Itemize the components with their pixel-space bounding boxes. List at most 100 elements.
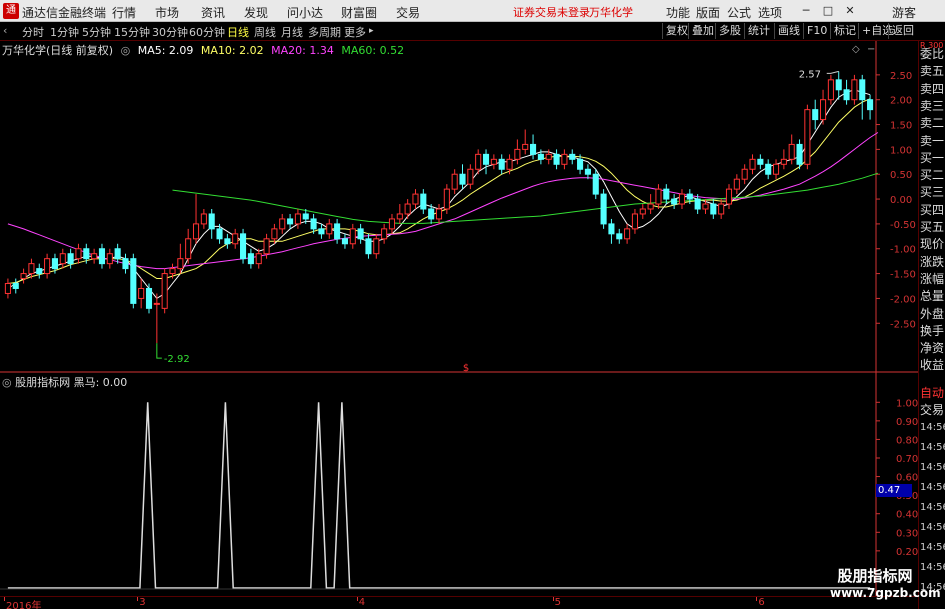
tab-period-weekly[interactable]: 周线	[254, 24, 276, 40]
candle-body-down	[867, 99, 874, 111]
candle-body-down	[616, 233, 623, 240]
ma-line-ma60	[172, 172, 879, 224]
candle-body-up	[780, 158, 787, 165]
candle-body-up	[678, 193, 686, 205]
candle-body-down	[569, 153, 576, 160]
menu-news[interactable]: 资讯	[201, 4, 225, 21]
candle-body-up	[451, 173, 458, 190]
date-tick	[356, 597, 358, 601]
toolbar-adjust-button[interactable]: 复权	[662, 23, 691, 39]
tab-period-15min[interactable]: 15分钟	[114, 24, 150, 40]
tab-period-60min[interactable]: 60分钟	[189, 24, 225, 40]
candle-body-down	[843, 89, 850, 101]
menu-quotes[interactable]: 行情	[112, 4, 136, 21]
candle-body-up	[718, 203, 725, 215]
tab-period-daily[interactable]: 日线	[227, 24, 249, 40]
menu-layout[interactable]: 版面	[696, 4, 720, 21]
y-tick-label: 2.00	[890, 96, 912, 107]
tab-period-multi[interactable]: 多周期	[308, 24, 341, 40]
tab-period-30min[interactable]: 30分钟	[152, 24, 188, 40]
candle-body-up	[827, 79, 834, 101]
menu-options[interactable]: 选项	[758, 4, 782, 21]
indicator-toggle-icon[interactable]: ◎	[2, 376, 12, 389]
toolbar-mark-button[interactable]: 标记	[830, 23, 859, 39]
tab-period-more[interactable]: 更多	[344, 24, 366, 40]
candle-body-up	[294, 213, 301, 225]
indicator-y-tick-label: 0.80	[896, 435, 918, 446]
tab-period-5min[interactable]: 5分钟	[82, 24, 111, 40]
tab-period-monthly[interactable]: 月线	[281, 24, 303, 40]
menu-function[interactable]: 功能	[666, 4, 690, 21]
candle-body-up	[733, 178, 740, 190]
panel-item: 买四	[920, 202, 945, 217]
ma5-label: MA5: 2.09	[137, 44, 194, 57]
toolbar-f10-button[interactable]: F10	[803, 23, 830, 39]
candle-body-up	[44, 258, 51, 275]
toolbar-draw-button[interactable]: 画线	[774, 23, 803, 39]
indicator-title: ◎ 股朋指标网 黑马: 0.00	[2, 374, 127, 390]
maximize-icon[interactable]: □	[820, 3, 836, 19]
more-chevron-icon[interactable]: ▸	[369, 26, 374, 36]
tick-time: 14:56	[920, 502, 945, 513]
candle-body-down	[145, 287, 153, 309]
toolbar-multistock-button[interactable]: 多股	[715, 23, 744, 39]
candle-body-up	[647, 203, 654, 210]
low-marker-line	[156, 343, 162, 359]
candle-body-up	[20, 273, 27, 280]
candle-body-down	[553, 153, 560, 165]
indicator-y-tick-label: 0.30	[896, 528, 918, 539]
date-tick	[756, 597, 758, 601]
y-tick-label: -0.50	[890, 220, 916, 231]
candle-body-up	[788, 143, 795, 160]
indicator-y-tick-label: 0.90	[896, 417, 918, 428]
panel-item: 卖四	[920, 81, 945, 96]
tick-time: 14:56	[920, 562, 945, 573]
toolbar-back-icon[interactable]: ‹	[3, 24, 7, 37]
login-status[interactable]: 证券交易未登录	[513, 4, 590, 20]
toolbar-stats-button[interactable]: 统计	[744, 23, 773, 39]
date-tick	[4, 597, 5, 601]
candle-body-down	[498, 158, 505, 170]
indicator-selected-value: 0.47	[876, 484, 912, 497]
candle-body-down	[208, 213, 215, 230]
trade-button[interactable]: 交易	[920, 401, 945, 419]
menu-ask[interactable]: 问小达	[287, 4, 323, 21]
menu-market[interactable]: 市场	[155, 4, 179, 21]
menu-discover[interactable]: 发现	[244, 4, 268, 21]
menu-formula[interactable]: 公式	[727, 4, 751, 21]
toolbar-back-button[interactable]: 返回	[888, 23, 917, 39]
ma-toggle-icon[interactable]: ◎	[121, 44, 131, 57]
indicator-chart[interactable]: 1.000.900.800.700.600.500.400.300.20	[0, 373, 918, 596]
high-marker-label: 2.57	[799, 69, 821, 80]
candle-body-up	[200, 213, 207, 225]
menu-wealth[interactable]: 财富圈	[341, 4, 377, 21]
menu-trade[interactable]: 交易	[396, 4, 420, 21]
tab-period-1min[interactable]: 1分钟	[50, 24, 79, 40]
candle-body-up	[804, 109, 811, 165]
watermark-url: www.7gpzb.com	[830, 586, 941, 600]
candle-body-up	[506, 158, 513, 170]
app-logo-icon: 通	[3, 3, 19, 19]
candle-body-up	[639, 208, 646, 215]
candle-body-up	[91, 253, 98, 260]
candle-body-up	[185, 238, 192, 260]
candle-body-up	[851, 79, 858, 101]
panel-item: 收益	[920, 358, 945, 373]
price-chart[interactable]: 2.50 2.00 1.50 1.00 0.50 0.00 -0.50 -1.00 -1.50 -…	[0, 41, 918, 373]
candle-body-up	[388, 218, 396, 230]
tab-period-timeshare[interactable]: 分时	[22, 24, 44, 40]
candle-body-up	[75, 248, 82, 260]
high-marker-line	[826, 70, 839, 74]
minimize-icon[interactable]: ─	[798, 3, 814, 19]
date-tick	[552, 597, 554, 601]
guest-label[interactable]: 游客	[892, 4, 916, 21]
candle-body-up	[741, 168, 748, 180]
toolbar-overlay-button[interactable]: 叠加	[688, 23, 717, 39]
candle-body-down	[812, 109, 819, 121]
y-tick-label: -2.50	[890, 319, 916, 330]
close-icon[interactable]: ✕	[842, 3, 858, 19]
period-toolbar: ‹ 分时 1分钟 5分钟 15分钟 30分钟 60分钟 日线 周线 月线 多周期…	[0, 22, 945, 41]
panel-item: 外盘	[920, 306, 945, 321]
auto-trade-button[interactable]: 自动	[920, 384, 945, 402]
chart-title: 万华化学(日线 前复权)	[2, 44, 114, 57]
